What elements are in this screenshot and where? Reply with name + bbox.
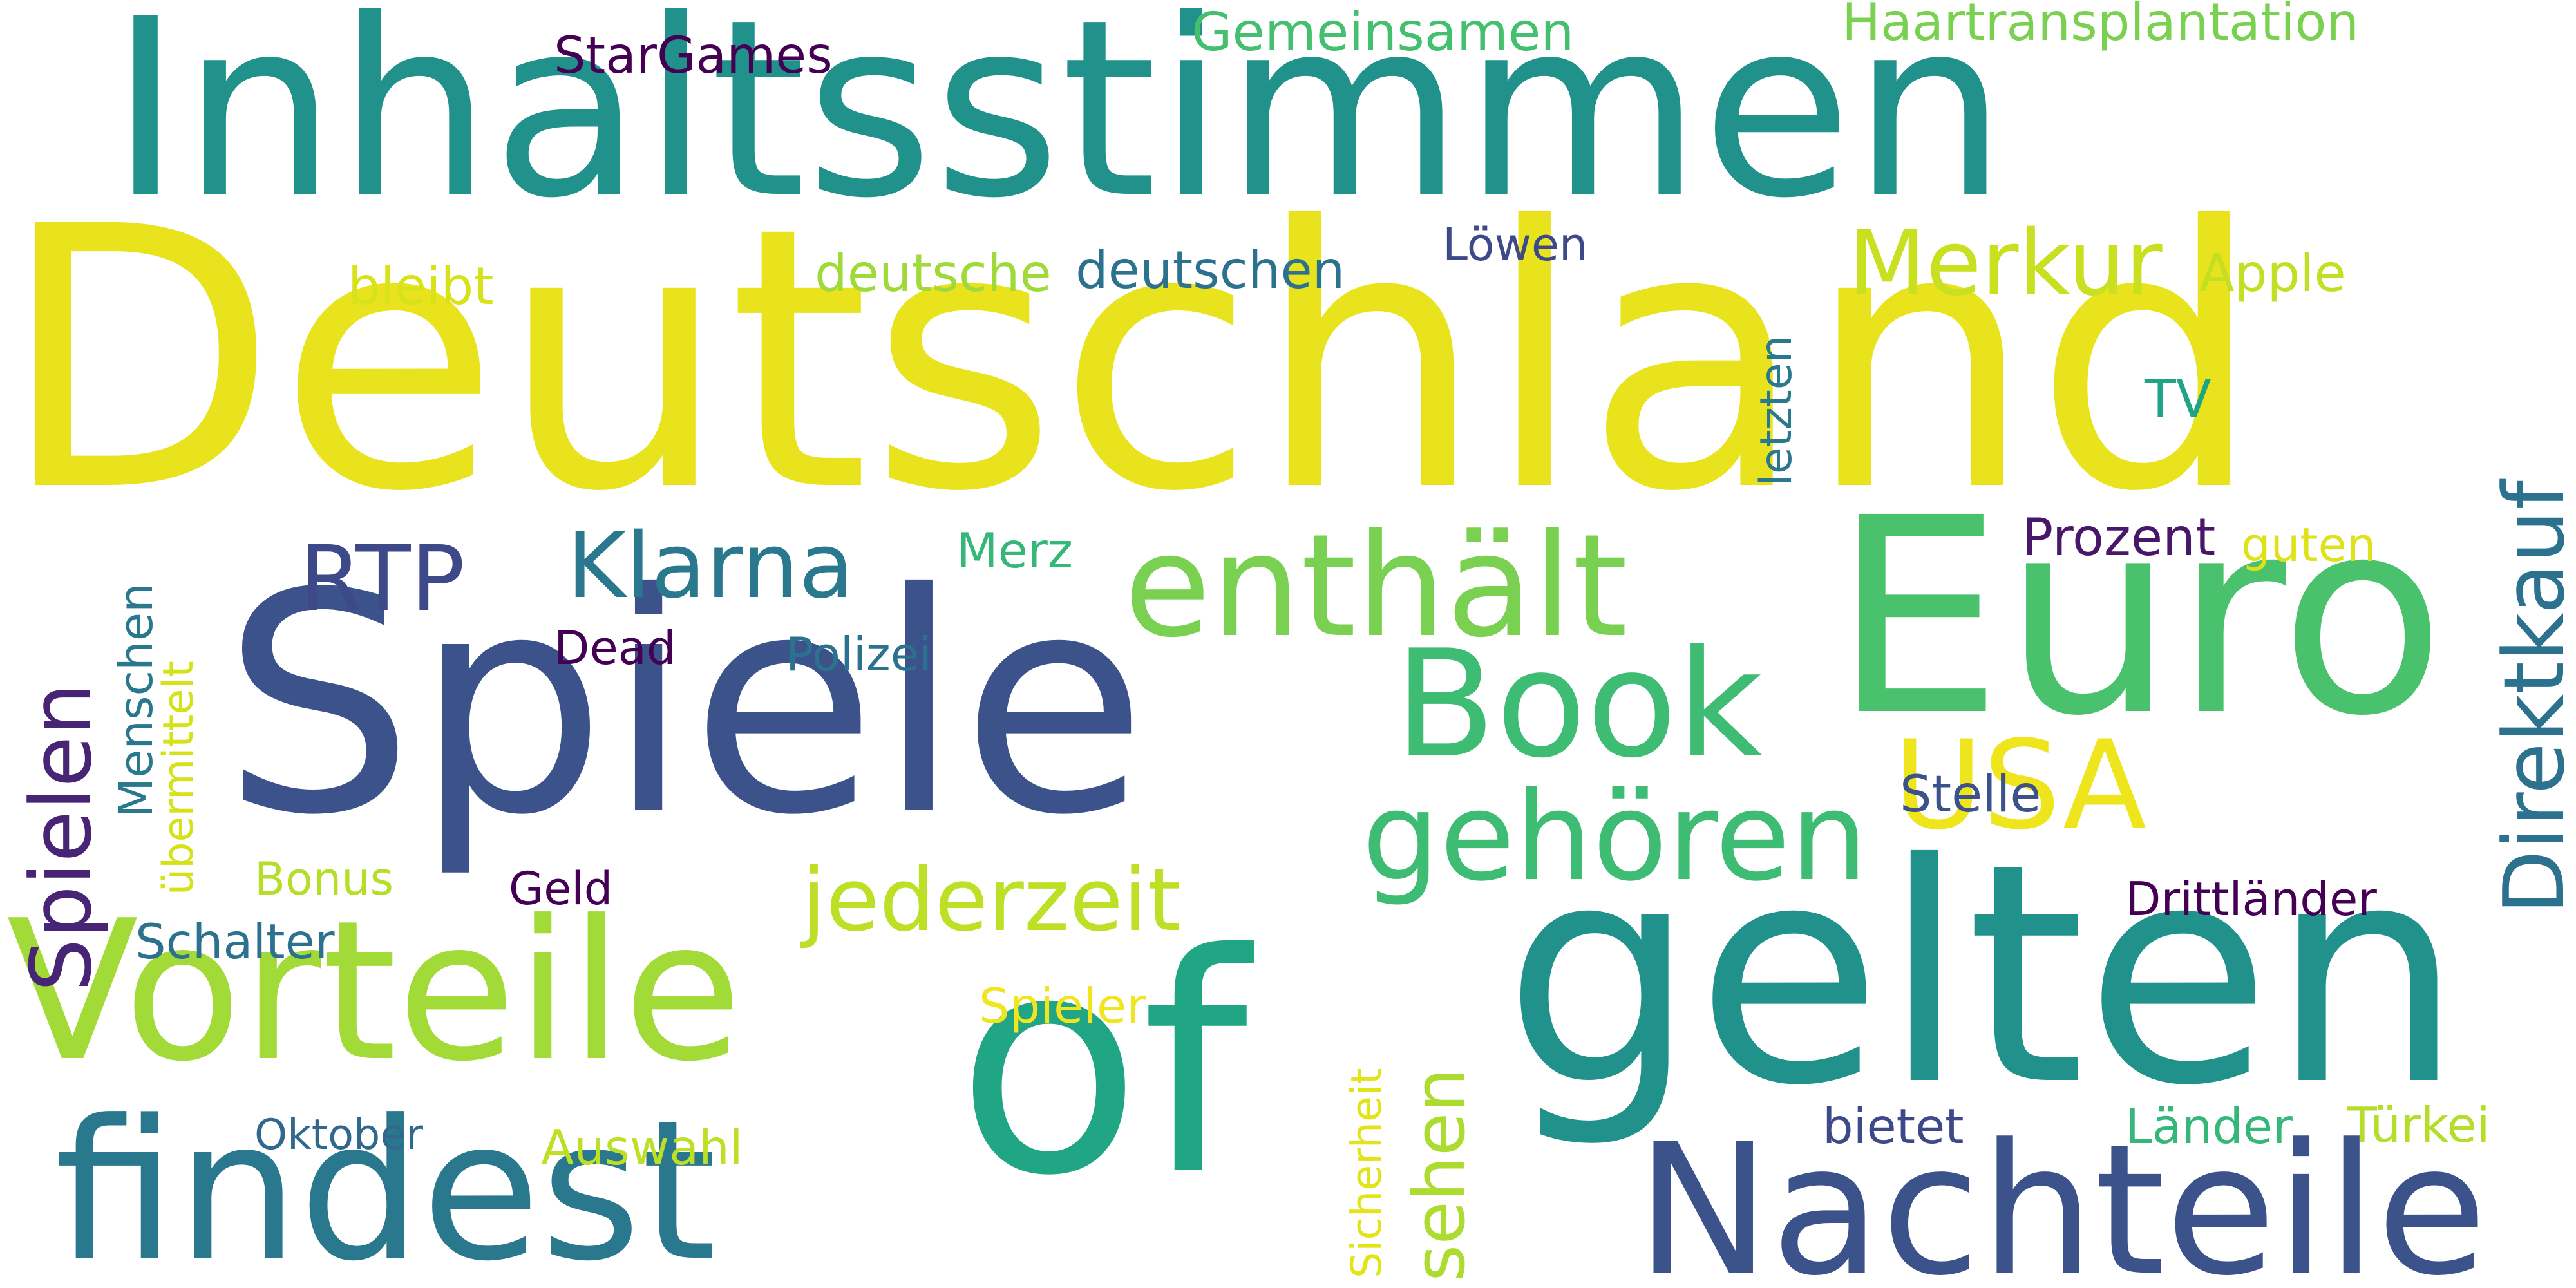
word-polizei: Polizei [786, 627, 933, 681]
word-menschen: Menschen [109, 583, 163, 818]
word-of: of [956, 889, 1249, 1242]
word-stelle: Stelle [1900, 766, 2041, 824]
word-klarna: Klarna [567, 514, 855, 619]
word-auswahl: Auswahl [541, 1119, 743, 1176]
word-oktober: Oktober [254, 1111, 424, 1159]
word-deutschen: deutschen [1075, 240, 1345, 300]
word-geld: Geld [509, 862, 613, 915]
word-spielen: Spielen [12, 683, 110, 992]
word-tv: TV [2145, 369, 2211, 429]
word-laender: Länder [2125, 1098, 2293, 1155]
word-dead: Dead [554, 621, 676, 675]
word-cloud: Inhaltsstimmen Deutschland Spiele Euro g… [0, 0, 2576, 1288]
word-bleibt: bleibt [348, 256, 494, 316]
word-direktkauf: Direktkauf [2485, 480, 2576, 914]
word-bonus: Bonus [254, 853, 394, 905]
word-tuerkei: Türkei [2347, 1097, 2490, 1153]
word-prozent: Prozent [2022, 507, 2216, 567]
word-apple: Apple [2199, 243, 2346, 303]
word-letzten: letzten [1751, 335, 1802, 486]
word-bietet: bietet [1823, 1098, 1964, 1155]
word-merkur: Merkur [1848, 211, 2163, 316]
word-merz: Merz [956, 522, 1074, 579]
word-schalter: Schalter [135, 913, 335, 970]
word-deutsche: deutsche [815, 243, 1052, 303]
word-sehen: sehen [1398, 1067, 1481, 1282]
word-vorteile: Vorteile [6, 879, 743, 1104]
word-sicherheit: Sicherheit [1343, 1068, 1391, 1278]
word-spieler: Spieler [979, 978, 1147, 1034]
word-book: Book [1394, 619, 1763, 791]
word-haartransplantation: Haartransplantation [1842, 0, 2360, 52]
word-rtp: RTP [299, 527, 466, 632]
word-stargames: StarGames [554, 27, 833, 85]
word-uebermittelt: übermittelt [155, 661, 203, 895]
word-jederzeit: jederzeit [802, 849, 1182, 951]
word-guten: guten [2241, 518, 2376, 572]
word-gemeinsamen: Gemeinsamen [1191, 2, 1575, 63]
word-gehoeren: gehören [1362, 766, 1868, 908]
word-loewen: Löwen [1443, 218, 1588, 271]
word-drittlaender: Drittländer [2125, 872, 2377, 926]
